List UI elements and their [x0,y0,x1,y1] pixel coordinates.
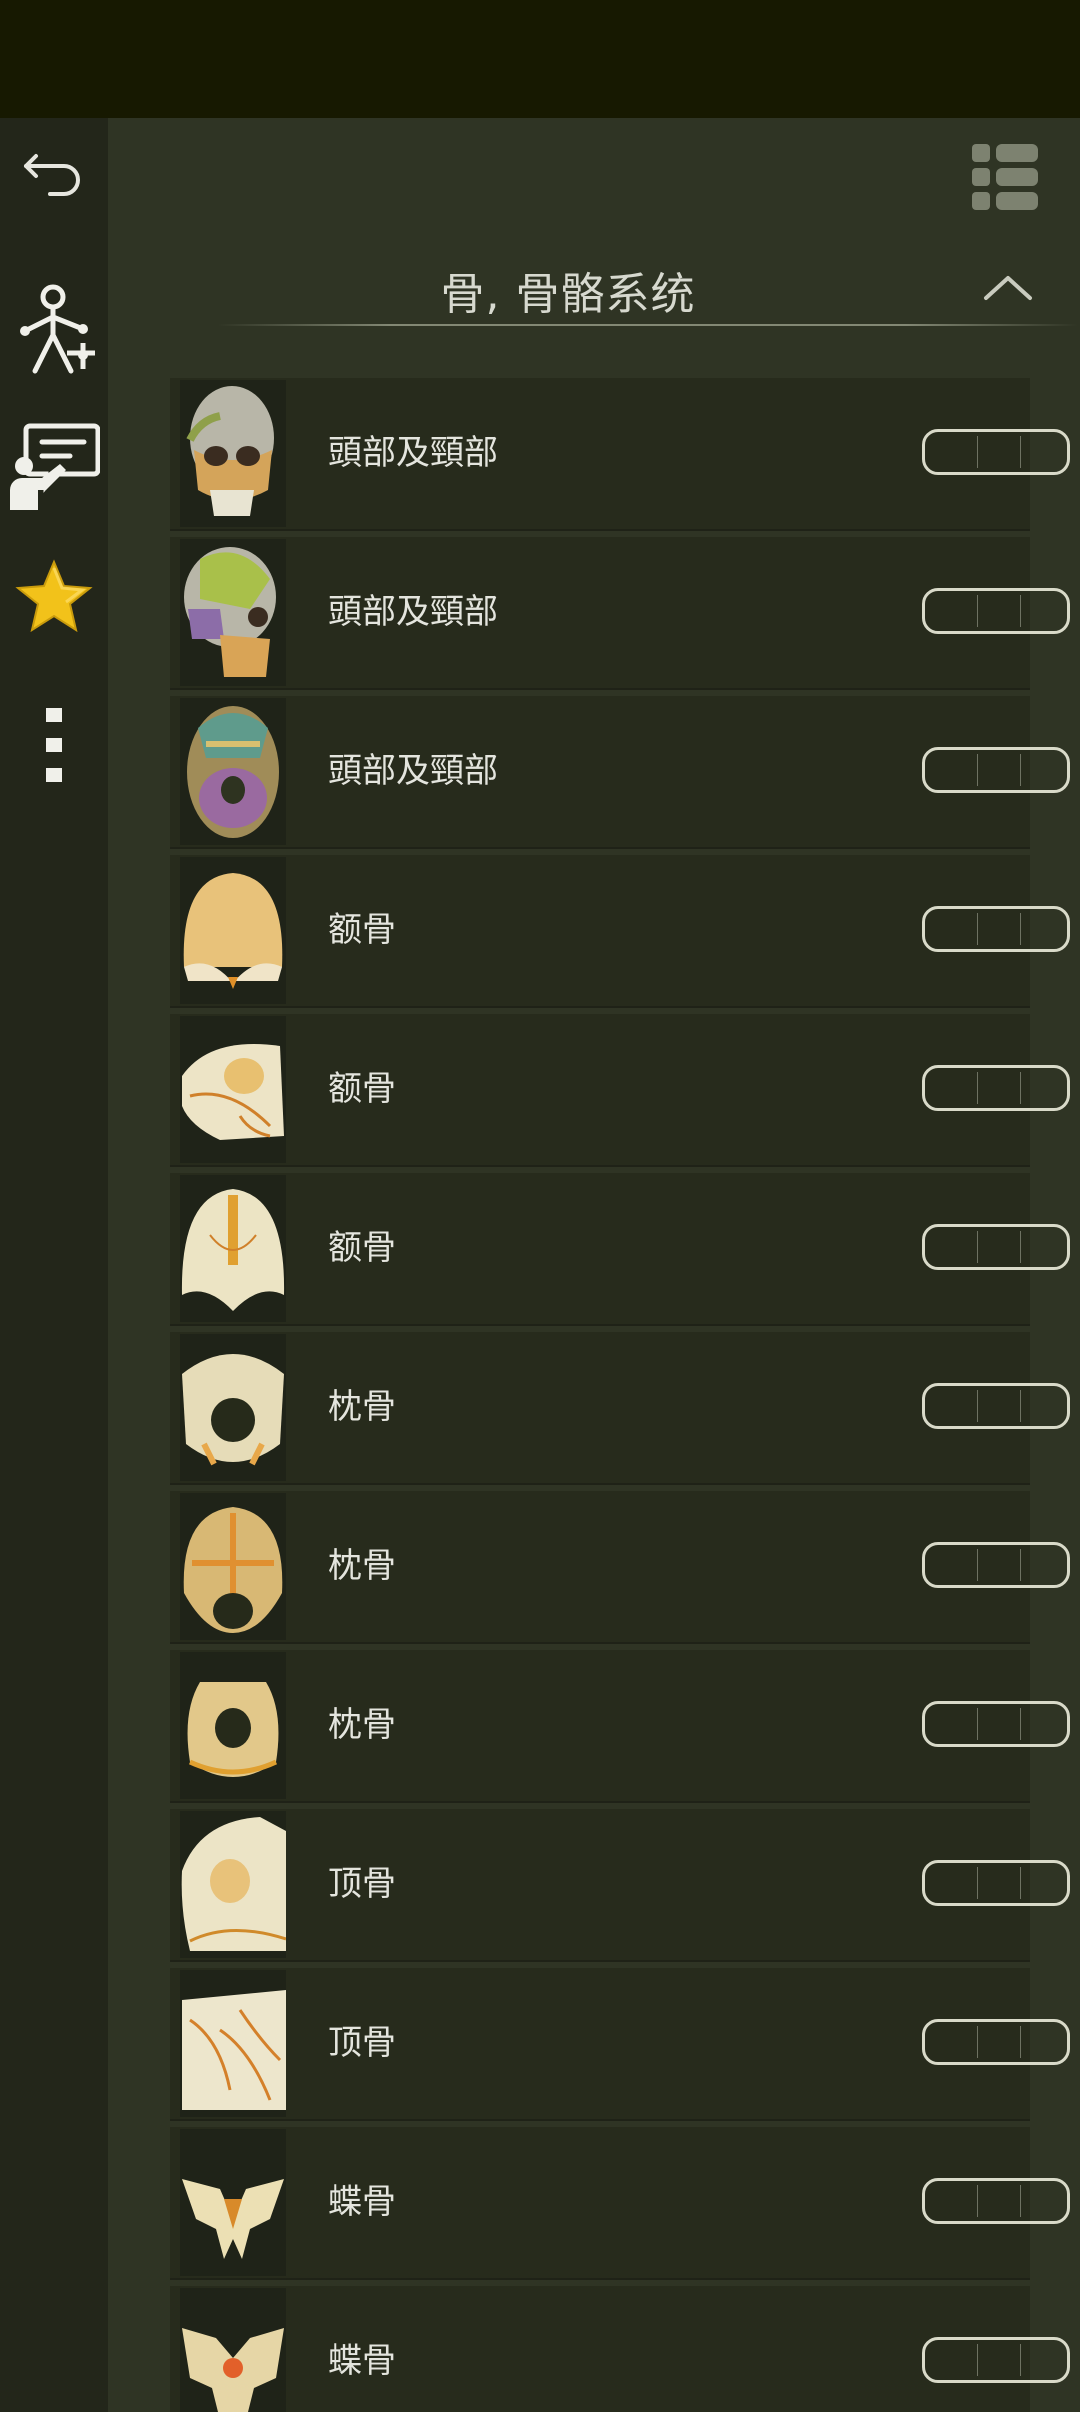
list-item-label: 额骨 [328,910,396,950]
list-item-10[interactable]: 顶骨 [170,1809,1070,1960]
list-item-1[interactable]: 頭部及頸部 [170,378,1070,529]
thumbnail-occipital-bone-inferior [180,1334,286,1481]
quiz-presenter-button[interactable] [0,403,108,533]
toggle-divider [1020,1231,1021,1263]
toggle-divider [1020,754,1021,786]
list-item-label: 頭部及頸部 [328,433,498,473]
toggle-divider [977,1549,978,1581]
toggle-divider [977,1867,978,1899]
toggle-divider [977,2026,978,2058]
visibility-toggle[interactable] [922,1224,1070,1270]
visibility-toggle[interactable] [922,2337,1070,2383]
list-icon [970,144,1040,216]
toggle-divider [977,1072,978,1104]
list-item-label: 额骨 [328,1228,396,1268]
structure-list: 頭部及頸部 頭部及頸部 頭部及頸部 额骨 额骨 额骨 枕骨 枕骨 枕骨 顶骨 顶… [170,378,1070,2412]
list-item-label: 頭部及頸部 [328,751,498,791]
thumbnail-frontal-bone-anterior [180,857,286,1004]
thumbnail-parietal-bone-external [180,1811,286,1958]
list-item-label: 蝶骨 [328,2182,396,2222]
toggle-divider [977,1390,978,1422]
toggle-divider [977,436,978,468]
visibility-toggle[interactable] [922,2178,1070,2224]
toggle-divider [1020,1072,1021,1104]
visibility-toggle[interactable] [922,588,1070,634]
thumbnail-occipital-bone-superior [180,1652,286,1799]
list-item-label: 頭部及頸部 [328,592,498,632]
toggle-divider [977,913,978,945]
toggle-divider [1020,2185,1021,2217]
visibility-toggle[interactable] [922,1383,1070,1429]
toggle-divider [1020,2026,1021,2058]
visibility-toggle[interactable] [922,747,1070,793]
list-item-6[interactable]: 额骨 [170,1173,1070,1324]
toggle-divider [977,1708,978,1740]
thumbnail-sphenoid-bone-anterior [180,2129,286,2276]
thumbnail-occipital-bone-anterior [180,1493,286,1640]
list-item-4[interactable]: 额骨 [170,855,1070,1006]
more-menu-button[interactable] [0,683,108,813]
back-button[interactable] [0,118,108,228]
list-item-label: 枕骨 [328,1387,396,1427]
thumbnail-sphenoid-bone-posterior [180,2288,286,2412]
visibility-toggle[interactable] [922,906,1070,952]
sidebar [0,118,108,2412]
status-bar [0,0,1080,118]
visibility-toggle[interactable] [922,1701,1070,1747]
content-panel: 骨, 骨骼系统 頭部及頸部 頭部及頸部 頭部及頸部 额骨 额骨 额骨 枕骨 枕骨… [108,118,1080,2412]
thumbnail-skull-front-colored [180,380,286,527]
thumbnail-parietal-bone-internal [180,1970,286,2117]
more-vertical-icon [39,706,69,790]
toggle-divider [1020,2344,1021,2376]
list-item-3[interactable]: 頭部及頸部 [170,696,1070,847]
thumbnail-frontal-bone-posterior [180,1175,286,1322]
toggle-divider [1020,595,1021,627]
list-item-11[interactable]: 顶骨 [170,1968,1070,2119]
list-item-7[interactable]: 枕骨 [170,1332,1070,1483]
list-item-label: 枕骨 [328,1705,396,1745]
list-item-label: 顶骨 [328,2023,396,2063]
thumbnail-skull-lateral-colored [180,539,286,686]
section-title[interactable]: 骨, 骨骼系统 [108,258,1028,322]
visibility-toggle[interactable] [922,2019,1070,2065]
visibility-toggle[interactable] [922,429,1070,475]
list-item-label: 蝶骨 [328,2341,396,2381]
toggle-divider [977,1231,978,1263]
anatomy-model-button[interactable] [0,268,108,398]
list-item-label: 枕骨 [328,1546,396,1586]
visibility-toggle[interactable] [922,1542,1070,1588]
list-item-13[interactable]: 蝶骨 [170,2286,1070,2412]
favorites-button[interactable] [0,543,108,653]
list-item-8[interactable]: 枕骨 [170,1491,1070,1642]
quiz-presenter-icon [8,420,101,516]
visibility-toggle[interactable] [922,1065,1070,1111]
star-icon [14,558,94,638]
toggle-divider [1020,1390,1021,1422]
app-screen: 骨, 骨骼系统 頭部及頸部 頭部及頸部 頭部及頸部 额骨 额骨 额骨 枕骨 枕骨… [0,0,1080,2412]
list-item-12[interactable]: 蝶骨 [170,2127,1070,2278]
back-icon [22,146,86,200]
list-item-2[interactable]: 頭部及頸部 [170,537,1070,688]
list-item-label: 顶骨 [328,1864,396,1904]
chevron-up-icon [978,276,1038,312]
section-divider [218,324,1078,326]
toggle-divider [977,754,978,786]
toggle-divider [977,595,978,627]
thumbnail-skull-inferior-colored [180,698,286,845]
toggle-divider [1020,436,1021,468]
list-item-5[interactable]: 额骨 [170,1014,1070,1165]
toggle-divider [1020,1549,1021,1581]
visibility-toggle[interactable] [922,1860,1070,1906]
toggle-divider [977,2344,978,2376]
list-view-button[interactable] [970,142,1040,212]
list-item-9[interactable]: 枕骨 [170,1650,1070,1801]
toggle-divider [1020,913,1021,945]
list-item-label: 额骨 [328,1069,396,1109]
toggle-divider [1020,1708,1021,1740]
collapse-button[interactable] [978,268,1048,318]
toggle-divider [1020,1867,1021,1899]
anatomy-model-icon [9,283,99,383]
toggle-divider [977,2185,978,2217]
thumbnail-frontal-bone-lateral [180,1016,286,1163]
